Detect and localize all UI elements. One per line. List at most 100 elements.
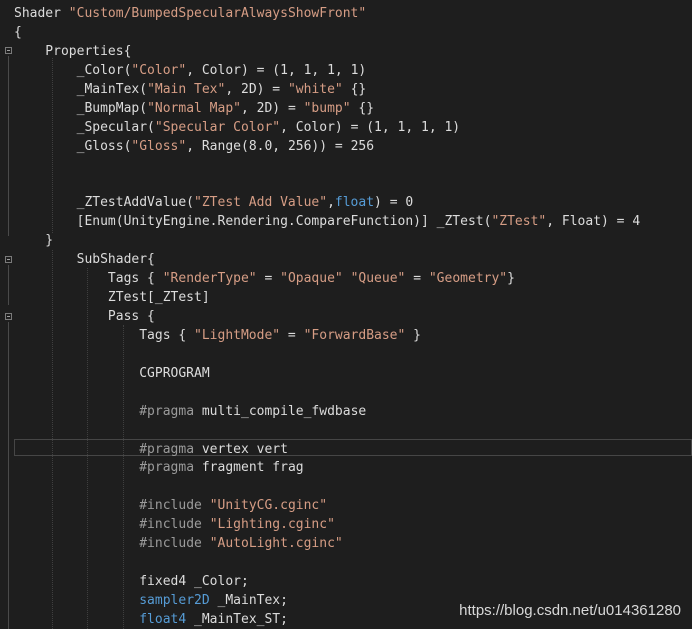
code-line: _Gloss("Gloss", Range(8.0, 256)) = 256 bbox=[14, 137, 374, 156]
code-token: } bbox=[14, 233, 54, 248]
code-token: float4 bbox=[139, 612, 187, 627]
code-token: CGPROGRAM bbox=[14, 366, 210, 381]
code-line: #pragma multi_compile_fwdbase bbox=[14, 402, 366, 421]
code-token: , Color) = (1, 1, 1, 1) bbox=[186, 63, 367, 78]
code-line: #include "UnityCG.cginc" bbox=[14, 496, 327, 515]
code-token: "Lighting.cginc" bbox=[209, 517, 335, 532]
code-line: #pragma vertex vert bbox=[14, 440, 288, 459]
code-line: #include "AutoLight.cginc" bbox=[14, 534, 343, 553]
code-token: "Specular Color" bbox=[154, 120, 281, 135]
watermark-text: https://blog.csdn.net/u014361280 bbox=[459, 602, 681, 619]
code-token: , 2D) = bbox=[225, 82, 288, 97]
code-token: = bbox=[280, 328, 304, 343]
code-token: "Normal Map" bbox=[147, 101, 241, 116]
code-token: #pragma bbox=[139, 404, 195, 419]
code-line: ZTest[_ZTest] bbox=[14, 288, 210, 307]
code-token: "white" bbox=[287, 82, 343, 97]
code-token: , 2D) = bbox=[240, 101, 304, 116]
code-token: "Opaque" bbox=[280, 271, 343, 286]
code-token: #include bbox=[139, 517, 202, 532]
code-line: SubShader{ bbox=[14, 250, 155, 269]
code-token: sampler2D bbox=[139, 593, 210, 608]
code-line: _Color("Color", Color) = (1, 1, 1, 1) bbox=[14, 61, 367, 80]
code-token: _MainTex_ST; bbox=[186, 612, 288, 627]
fold-toggle-icon[interactable] bbox=[5, 47, 12, 54]
code-token: = bbox=[256, 271, 281, 286]
code-token: "Geometry" bbox=[428, 271, 508, 286]
code-token: Pass { bbox=[14, 309, 155, 324]
code-line: #include "Lighting.cginc" bbox=[14, 515, 335, 534]
code-line: #pragma fragment frag bbox=[14, 458, 304, 477]
code-token: "Queue" bbox=[350, 271, 406, 286]
code-token: "bump" bbox=[303, 101, 351, 116]
code-line: sampler2D _MainTex; bbox=[14, 591, 288, 610]
code-token: "Gloss" bbox=[131, 139, 187, 154]
code-token: _ZTestAddValue( bbox=[14, 195, 195, 210]
code-line: Tags { "RenderType" = "Opaque" "Queue" =… bbox=[14, 269, 515, 288]
code-line: } bbox=[14, 231, 53, 250]
fold-guide bbox=[8, 322, 9, 629]
code-token: #pragma bbox=[139, 442, 195, 457]
code-token: "Color" bbox=[131, 63, 187, 78]
code-token: , Range(8.0, 256)) = 256 bbox=[186, 139, 375, 154]
code-token: _MainTex; bbox=[209, 593, 288, 608]
code-token: _Specular( bbox=[14, 120, 155, 135]
code-token: "ZTest Add Value" bbox=[194, 195, 328, 210]
code-token: _BumpMap( bbox=[14, 101, 148, 116]
code-token: ZTest[_ZTest] bbox=[14, 290, 210, 305]
code-line: Shader "Custom/BumpedSpecularAlwaysShowF… bbox=[14, 4, 366, 23]
fold-guide bbox=[8, 265, 9, 305]
editor-gutter bbox=[0, 0, 14, 629]
code-token: #include bbox=[139, 498, 202, 513]
code-token: } bbox=[507, 271, 515, 286]
code-line: fixed4 _Color; bbox=[14, 572, 249, 591]
code-line: Tags { "LightMode" = "ForwardBase" } bbox=[14, 326, 421, 345]
code-token: {} bbox=[350, 101, 375, 116]
code-token: "LightMode" bbox=[194, 328, 281, 343]
code-line: Properties{ bbox=[14, 42, 131, 61]
code-line: _Specular("Specular Color", Color) = (1,… bbox=[14, 118, 461, 137]
code-editor[interactable]: Shader "Custom/BumpedSpecularAlwaysShowF… bbox=[0, 0, 692, 629]
code-line: _BumpMap("Normal Map", 2D) = "bump" {} bbox=[14, 99, 374, 118]
fold-toggle-icon[interactable] bbox=[5, 256, 12, 263]
code-token: "AutoLight.cginc" bbox=[209, 536, 343, 551]
code-token: fragment frag bbox=[194, 460, 304, 475]
code-token: , Float) = 4 bbox=[546, 214, 641, 229]
code-token: Properties{ bbox=[14, 44, 132, 59]
fold-guide bbox=[8, 56, 9, 236]
code-token: "Custom/BumpedSpecularAlwaysShowFront" bbox=[68, 6, 367, 21]
code-token: SubShader{ bbox=[14, 252, 155, 267]
code-line: _MainTex("Main Tex", 2D) = "white" {} bbox=[14, 80, 367, 99]
code-token: #include bbox=[139, 536, 202, 551]
code-token: multi_compile_fwdbase bbox=[194, 404, 367, 419]
code-token: [Enum(UnityEngine.Rendering.CompareFunct… bbox=[14, 214, 492, 229]
code-token: "Main Tex" bbox=[147, 82, 226, 97]
fold-toggle-icon[interactable] bbox=[5, 313, 12, 320]
code-token: , bbox=[327, 195, 335, 210]
code-token: "RenderType" bbox=[162, 271, 257, 286]
code-token: , Color) = (1, 1, 1, 1) bbox=[280, 120, 461, 135]
code-token: "ZTest" bbox=[491, 214, 547, 229]
code-token: Shader bbox=[14, 6, 69, 21]
code-token: ) = 0 bbox=[374, 195, 414, 210]
code-token: _Color( bbox=[14, 63, 132, 78]
code-token: #pragma bbox=[139, 460, 195, 475]
code-token: Tags { bbox=[14, 271, 163, 286]
code-token: float bbox=[334, 195, 375, 210]
code-line: _ZTestAddValue("ZTest Add Value",float) … bbox=[14, 193, 414, 212]
code-token: = bbox=[405, 271, 429, 286]
code-token: Tags { bbox=[14, 328, 195, 343]
code-token: "ForwardBase" bbox=[303, 328, 406, 343]
code-token: _Gloss( bbox=[14, 139, 132, 154]
